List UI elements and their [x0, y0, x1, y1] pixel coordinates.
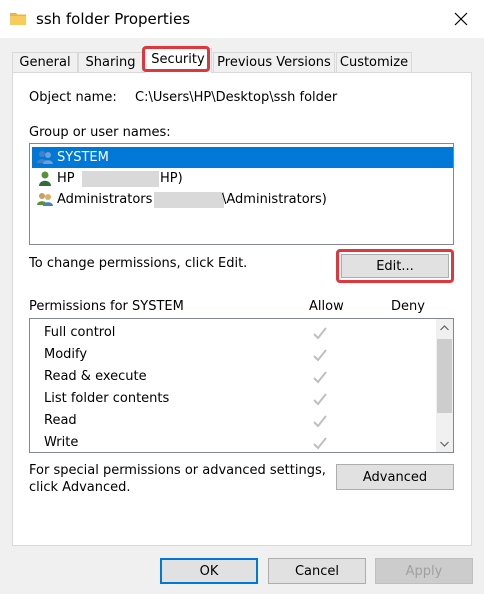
- allow-check-icon: [313, 327, 327, 340]
- folder-icon: [10, 13, 26, 25]
- user-name-suffix: HP): [160, 171, 183, 186]
- deny-column-header: Deny: [391, 299, 425, 314]
- title-bar: ssh folder Properties: [0, 0, 484, 38]
- user-name: Administrators (: [57, 192, 162, 207]
- object-name-label: Object name:: [29, 90, 117, 105]
- permission-name: Modify: [44, 347, 88, 362]
- user-name: HP: [57, 171, 75, 186]
- user-name: SYSTEM: [57, 150, 109, 165]
- permissions-for-label: Permissions for SYSTEM: [29, 299, 184, 314]
- user-row-administrators[interactable]: Administrators ( \Administrators): [32, 189, 453, 210]
- permission-row: Read: [44, 410, 424, 432]
- permission-name: List folder contents: [44, 391, 170, 406]
- permission-row: Full control: [44, 322, 424, 344]
- user-row-system[interactable]: SYSTEM: [32, 147, 453, 168]
- scrollbar-thumb[interactable]: [437, 339, 452, 413]
- redacted-text: [82, 171, 159, 187]
- advanced-button[interactable]: Advanced: [336, 464, 454, 490]
- permission-row: Modify: [44, 344, 424, 366]
- special-permissions-text: For special permissions or advanced sett…: [29, 463, 326, 478]
- special-permissions-text-2: click Advanced.: [29, 480, 131, 495]
- group-or-user-names-label: Group or user names:: [29, 125, 171, 140]
- tab-sharing[interactable]: Sharing: [78, 52, 143, 73]
- permission-name: Write: [44, 435, 79, 450]
- allow-check-icon: [313, 393, 327, 406]
- allow-check-icon: [313, 437, 327, 450]
- permission-row: Read & execute: [44, 366, 424, 388]
- permissions-list[interactable]: Full control Modify Read & execute List …: [29, 318, 454, 453]
- allow-check-icon: [313, 415, 327, 428]
- permission-name: Read: [44, 413, 77, 428]
- edit-button-highlight: [336, 249, 454, 283]
- user-icon: [39, 171, 51, 186]
- apply-button[interactable]: Apply: [375, 558, 473, 584]
- tab-general[interactable]: General: [12, 52, 78, 73]
- ok-button[interactable]: OK: [160, 558, 258, 584]
- chevron-up-icon: [440, 324, 449, 330]
- users-group-icon: [37, 151, 53, 164]
- users-group-icon: [37, 193, 53, 206]
- user-row-hp[interactable]: HP HP): [32, 168, 453, 189]
- allow-column-header: Allow: [309, 299, 344, 314]
- permissions-scrollbar[interactable]: [436, 319, 453, 452]
- chevron-down-icon: [440, 441, 449, 447]
- tab-previous-versions[interactable]: Previous Versions: [213, 52, 335, 73]
- close-icon: [454, 12, 468, 26]
- redacted-text: [154, 192, 224, 208]
- allow-check-icon: [313, 371, 327, 384]
- close-button[interactable]: [438, 0, 484, 38]
- tab-customize[interactable]: Customize: [336, 52, 412, 73]
- cancel-button[interactable]: Cancel: [268, 558, 366, 584]
- permission-row: Write: [44, 432, 424, 452]
- permission-row: List folder contents: [44, 388, 424, 410]
- scroll-up-button[interactable]: [436, 319, 453, 336]
- object-name-value: C:\Users\HP\Desktop\ssh folder: [135, 90, 338, 105]
- window-title: ssh folder Properties: [36, 10, 191, 28]
- permission-name: Full control: [44, 325, 116, 340]
- change-permissions-text: To change permissions, click Edit.: [29, 256, 248, 271]
- users-list[interactable]: SYSTEM HP HP) Administrators ( \Administ…: [29, 143, 454, 245]
- user-name-suffix: \Administrators): [222, 192, 327, 207]
- allow-check-icon: [313, 349, 327, 362]
- security-tab-highlight: [142, 46, 210, 72]
- scroll-down-button[interactable]: [436, 435, 453, 452]
- permission-name: Read & execute: [44, 369, 147, 384]
